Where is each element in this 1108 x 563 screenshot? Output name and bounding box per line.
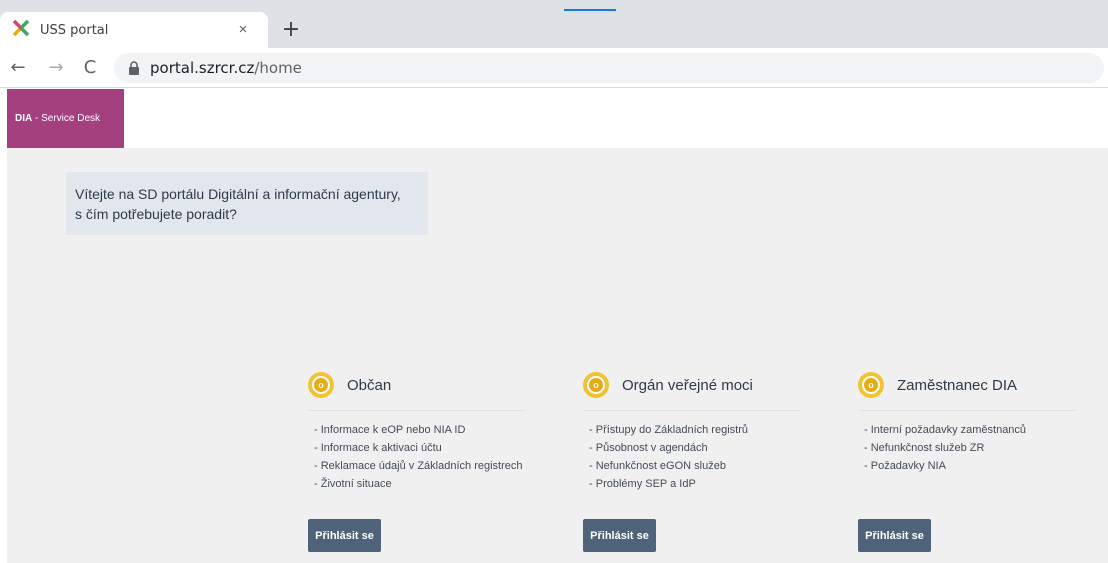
list-item: Interní požadavky zaměstnanců	[864, 421, 1088, 439]
back-button[interactable]: ←	[6, 56, 30, 80]
circle-o-icon: o	[858, 372, 884, 398]
site-header: DIA - Service Desk	[0, 89, 1108, 148]
welcome-message: Vítejte na SD portálu Digitální a inform…	[66, 172, 428, 235]
list-item: Nefunkčnost služeb ZR	[864, 439, 1088, 457]
list-item: Působnost v agendách	[589, 439, 813, 457]
login-button-ovm[interactable]: Přihlásit se	[583, 519, 656, 552]
list-item: Nefunkčnost eGON služeb	[589, 457, 813, 475]
card-title: Orgán veřejné moci	[622, 376, 753, 394]
brand-subtitle: - Service Desk	[32, 113, 101, 124]
favicon-icon	[12, 19, 30, 42]
divider	[858, 410, 1076, 411]
card-title: Občan	[347, 376, 392, 394]
url-path: /home	[254, 59, 302, 77]
brand-name: DIA	[15, 113, 33, 124]
card-title: Zaměstnanec DIA	[897, 376, 1018, 394]
loading-indicator	[564, 9, 616, 11]
divider	[583, 410, 801, 411]
card-organ-verejne-moci: o Orgán veřejné moci Přístupy do Základn…	[583, 370, 813, 493]
list-item: Problémy SEP a IdP	[589, 475, 813, 493]
welcome-line-1: Vítejte na SD portálu Digitální a inform…	[75, 186, 401, 202]
browser-tab-strip: USS portal × +	[0, 0, 1108, 48]
card-list: Informace k eOP nebo NIA ID Informace k …	[314, 421, 538, 493]
card-zamestnanec-dia: o Zaměstnanec DIA Interní požadavky zamě…	[858, 370, 1088, 475]
login-button-obcan[interactable]: Přihlásit se	[308, 519, 381, 552]
forward-button[interactable]: →	[44, 56, 68, 80]
card-header: o Zaměstnanec DIA	[858, 370, 1088, 400]
card-list: Přístupy do Základních registrů Působnos…	[589, 421, 813, 493]
card-header: o Orgán veřejné moci	[583, 370, 813, 400]
browser-tab[interactable]: USS portal ×	[0, 12, 268, 48]
list-item: Informace k eOP nebo NIA ID	[314, 421, 538, 439]
list-item: Životní situace	[314, 475, 538, 493]
list-item: Požadavky NIA	[864, 457, 1088, 475]
browser-toolbar: ← → C portal.szrcr.cz/home	[0, 48, 1108, 88]
page-body: Vítejte na SD portálu Digitální a inform…	[7, 148, 1108, 563]
list-item: Informace k aktivaci účtu	[314, 439, 538, 457]
url-host: portal.szrcr.cz	[150, 59, 255, 77]
new-tab-button[interactable]: +	[280, 19, 302, 41]
login-button-zamestnanec[interactable]: Přihlásit se	[858, 519, 931, 552]
address-bar[interactable]: portal.szrcr.cz/home	[114, 53, 1104, 83]
reload-button[interactable]: C	[78, 56, 102, 80]
list-item: Reklamace údajů v Základních registrech	[314, 457, 538, 475]
welcome-line-2: s čím potřebujete poradit?	[75, 206, 237, 222]
card-list: Interní požadavky zaměstnanců Nefunkčnos…	[864, 421, 1088, 475]
circle-o-icon: o	[308, 372, 334, 398]
circle-o-icon: o	[583, 372, 609, 398]
lock-icon	[129, 61, 139, 75]
brand-logo[interactable]: DIA - Service Desk	[7, 89, 124, 148]
tab-title: USS portal	[40, 22, 109, 38]
list-item: Přístupy do Základních registrů	[589, 421, 813, 439]
card-header: o Občan	[308, 370, 538, 400]
close-tab-icon[interactable]: ×	[234, 21, 252, 39]
card-obcan: o Občan Informace k eOP nebo NIA ID Info…	[308, 370, 538, 493]
divider	[308, 410, 526, 411]
